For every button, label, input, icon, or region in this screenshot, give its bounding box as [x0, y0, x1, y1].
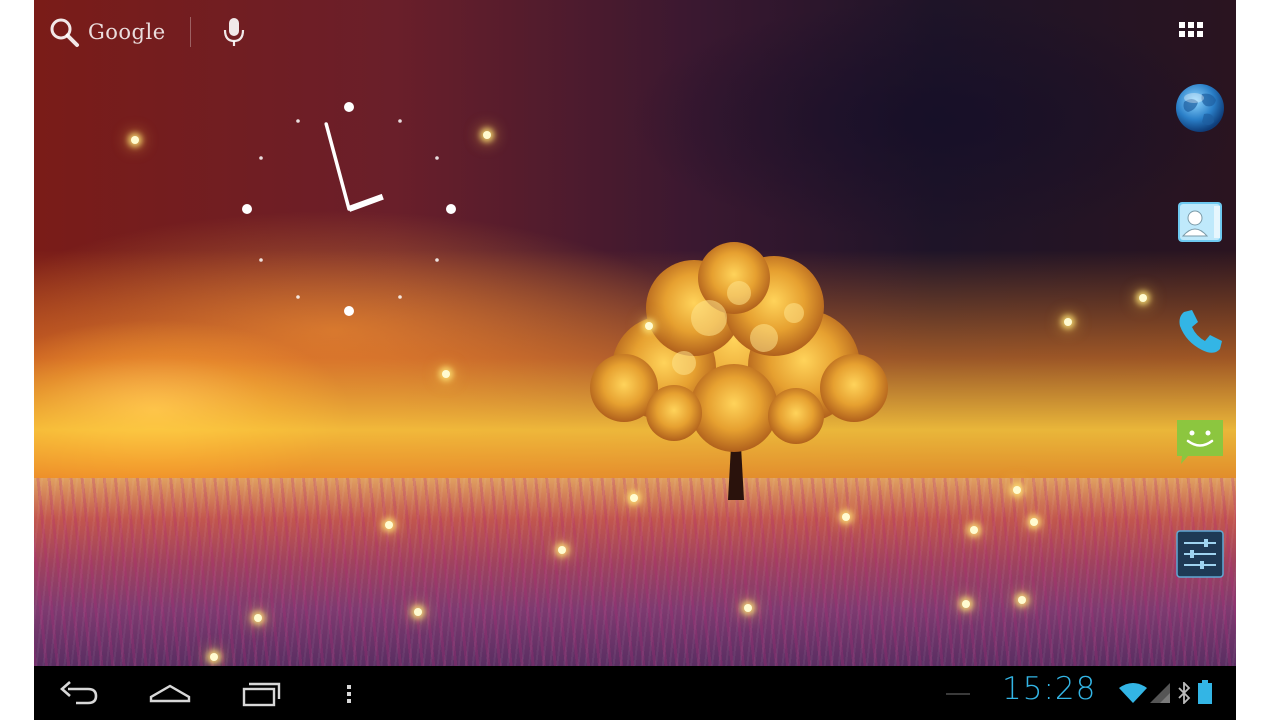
google-label[interactable]: Google: [88, 20, 166, 44]
battery-icon: [1198, 680, 1212, 704]
signal-icon: [1150, 683, 1170, 703]
bluetooth-icon: [1178, 682, 1191, 704]
firefly-light: [254, 614, 262, 622]
firefly-light: [385, 521, 393, 529]
search-divider: [189, 17, 191, 47]
firefly-light: [210, 653, 218, 661]
home-icon[interactable]: [148, 677, 192, 709]
sliders-icon[interactable]: [1174, 528, 1226, 580]
smiley-chat-icon[interactable]: [1174, 416, 1226, 468]
mic-icon[interactable]: [223, 17, 245, 47]
wifi-icon: [1119, 683, 1147, 703]
firefly-light: [1018, 596, 1026, 604]
firefly-light: [414, 608, 422, 616]
firefly-light: [744, 604, 752, 612]
analog-clock-widget[interactable]: [239, 100, 459, 320]
firefly-light: [558, 546, 566, 554]
globe-icon[interactable]: [1174, 82, 1226, 134]
overflow-menu-icon[interactable]: [342, 677, 356, 709]
clock-minute-hand: [324, 122, 351, 211]
firefly-light: [1139, 294, 1147, 302]
firefly-light: [442, 370, 450, 378]
firefly-light: [970, 526, 978, 534]
tree-illustration: [590, 242, 888, 500]
contact-card-icon[interactable]: [1174, 196, 1226, 248]
apps-grid-icon[interactable]: [1174, 16, 1210, 48]
firefly-light: [483, 131, 491, 139]
recent-apps-icon[interactable]: [240, 677, 282, 709]
firefly-light: [630, 494, 638, 502]
phone-icon[interactable]: [1174, 306, 1226, 358]
firefly-light: [1030, 518, 1038, 526]
back-icon[interactable]: [58, 677, 100, 709]
firefly-light: [962, 600, 970, 608]
home-screen: Google 15:28: [34, 0, 1236, 720]
firefly-light: [1013, 486, 1021, 494]
search-icon[interactable]: [48, 16, 80, 48]
firefly-light: [131, 136, 139, 144]
firefly-light: [645, 322, 653, 330]
firefly-light: [1064, 318, 1072, 326]
google-search-bar[interactable]: Google: [48, 12, 245, 52]
notification-placeholder[interactable]: [946, 693, 970, 695]
clock-hour-hand: [347, 193, 384, 212]
status-clock[interactable]: 15:28: [1002, 671, 1096, 707]
system-navigation-bar: 15:28: [34, 666, 1236, 720]
firefly-light: [842, 513, 850, 521]
